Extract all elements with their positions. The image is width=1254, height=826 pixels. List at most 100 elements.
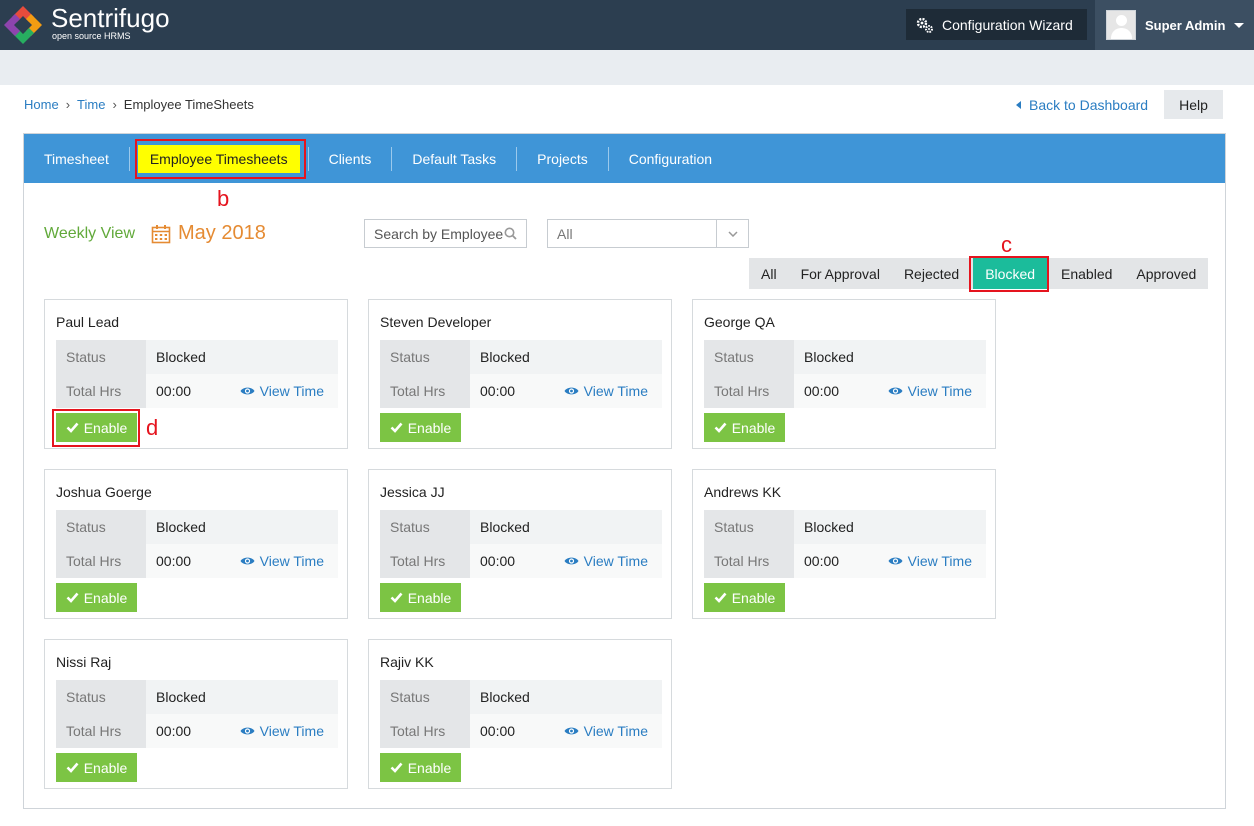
total-hours-row: Total Hrs 00:00 View Time [704, 544, 986, 578]
employee-name: Paul Lead [56, 314, 120, 330]
chevron-down-icon[interactable] [716, 220, 748, 247]
tab-projects[interactable]: Projects [517, 146, 609, 171]
enable-button[interactable]: Enable [56, 753, 137, 782]
enable-button[interactable]: Enable [380, 753, 461, 782]
view-time-link[interactable]: View Time [564, 553, 662, 569]
caret-left-icon [1016, 101, 1021, 109]
total-hrs-value: 00:00 [480, 553, 516, 569]
breadcrumb-time[interactable]: Time [77, 97, 105, 112]
status-label: Status [380, 680, 470, 714]
project-select[interactable]: All [547, 219, 749, 248]
filter-enabled[interactable]: Enabled [1049, 258, 1124, 289]
check-icon [390, 762, 403, 773]
status-value: Blocked [480, 689, 530, 705]
check-icon [390, 592, 403, 603]
help-button[interactable]: Help [1164, 90, 1223, 119]
status-row: Status Blocked [56, 510, 338, 544]
configuration-wizard-label: Configuration Wizard [942, 16, 1073, 33]
total-hrs-label: Total Hrs [56, 544, 146, 578]
status-value: Blocked [804, 349, 854, 365]
enable-button[interactable]: Enable [704, 413, 785, 442]
status-row: Status Blocked [380, 340, 662, 374]
total-hrs-value: 00:00 [156, 723, 192, 739]
total-hrs-value: 00:00 [480, 383, 516, 399]
view-time-link[interactable]: View Time [240, 723, 338, 739]
annotation-box-d [52, 409, 140, 447]
status-label: Status [56, 510, 146, 544]
annotation-label-c: c [1001, 232, 1012, 257]
eye-icon [240, 387, 255, 395]
employee-name: Rajiv KK [380, 654, 434, 670]
annotation-box-b [135, 139, 306, 179]
view-time-label: View Time [259, 723, 324, 739]
total-hours-row: Total Hrs 00:00 View Time [380, 544, 662, 578]
total-hours-row: Total Hrs 00:00 View Time [56, 374, 338, 408]
employee-card: Andrews KK Status Blocked Total Hrs 00:00 Vie… [692, 469, 996, 619]
status-label: Status [56, 680, 146, 714]
filter-for-approval[interactable]: For Approval [789, 258, 892, 289]
eye-icon [888, 387, 903, 395]
status-value: Blocked [156, 349, 206, 365]
total-hrs-value: 00:00 [480, 723, 516, 739]
enable-button[interactable]: Enable [380, 413, 461, 442]
month-selector[interactable]: May 2018 [151, 222, 266, 245]
enable-button[interactable]: Enable [704, 583, 785, 612]
status-value: Blocked [480, 519, 530, 535]
status-value: Blocked [480, 349, 530, 365]
view-time-label: View Time [907, 553, 972, 569]
back-to-dashboard-link[interactable]: Back to Dashboard [1016, 97, 1148, 113]
status-label: Status [380, 510, 470, 544]
check-icon [714, 422, 727, 433]
filter-rejected[interactable]: Rejected [892, 258, 971, 289]
check-icon [66, 592, 79, 603]
breadcrumb: Home › Time › Employee TimeSheets [24, 97, 254, 112]
employee-name: Steven Developer [380, 314, 492, 330]
view-time-label: View Time [259, 383, 324, 399]
select-value: All [557, 225, 573, 242]
total-hours-row: Total Hrs 00:00 View Time [380, 714, 662, 748]
brand-name[interactable]: Sentrifugo [51, 4, 170, 32]
annotation-box-c [969, 256, 1049, 292]
status-row: Status Blocked [704, 510, 986, 544]
annotation-label-d: d [146, 415, 159, 440]
employee-card: Joshua Goerge Status Blocked Total Hrs 00:00… [44, 469, 348, 619]
status-row: Status Blocked [380, 680, 662, 714]
sentrifugo-logo-icon[interactable] [2, 4, 44, 46]
enable-label: Enable [407, 589, 452, 606]
employee-name: Jessica JJ [380, 484, 445, 500]
search-input[interactable] [374, 225, 504, 242]
view-time-link[interactable]: View Time [888, 383, 986, 399]
user-menu[interactable]: Super Admin [1095, 0, 1254, 50]
weekly-view-link[interactable]: Weekly View [44, 225, 135, 243]
status-row: Status Blocked [704, 340, 986, 374]
filter-all[interactable]: All [749, 258, 789, 289]
employee-name: Andrews KK [704, 484, 782, 500]
view-time-link[interactable]: View Time [240, 383, 338, 399]
enable-button[interactable]: Enable [380, 583, 461, 612]
avatar [1106, 10, 1136, 40]
breadcrumb-home[interactable]: Home [24, 97, 59, 112]
status-label: Status [704, 510, 794, 544]
view-time-link[interactable]: View Time [240, 553, 338, 569]
eye-icon [564, 387, 579, 395]
view-time-link[interactable]: View Time [888, 553, 986, 569]
filter-approved[interactable]: Approved [1124, 258, 1208, 289]
search-icon[interactable] [504, 227, 517, 240]
tab-timesheet[interactable]: Timesheet [24, 146, 130, 171]
employee-name: Nissi Raj [56, 654, 112, 670]
tab-configuration[interactable]: Configuration [609, 147, 732, 171]
status-value: Blocked [156, 519, 206, 535]
total-hrs-label: Total Hrs [56, 714, 146, 748]
total-hrs-value: 00:00 [804, 553, 840, 569]
check-icon [390, 422, 403, 433]
view-time-link[interactable]: View Time [564, 383, 662, 399]
status-label: Status [704, 340, 794, 374]
tab-clients[interactable]: Clients [309, 146, 393, 171]
employee-search [364, 219, 527, 248]
enable-label: Enable [407, 759, 452, 776]
tab-default-tasks[interactable]: Default Tasks [392, 146, 518, 171]
view-time-label: View Time [907, 383, 972, 399]
configuration-wizard-button[interactable]: Configuration Wizard [906, 9, 1087, 40]
view-time-link[interactable]: View Time [564, 723, 662, 739]
enable-button[interactable]: Enable [56, 583, 137, 612]
